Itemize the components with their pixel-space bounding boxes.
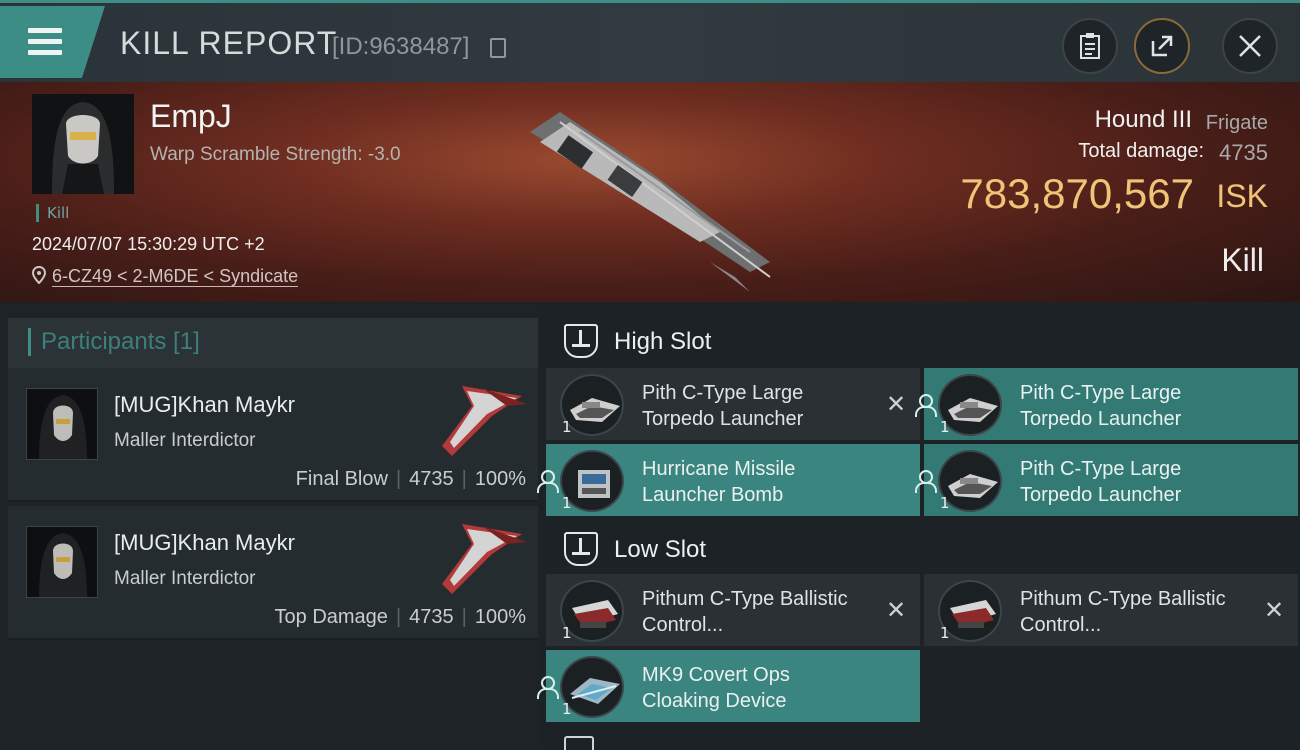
participant-row[interactable]: [MUG]Khan Maykr Maller Interdictor Final… [8, 368, 538, 502]
module-item[interactable]: 1 Pithum C-Type Ballistic Control... ✕ [546, 574, 920, 646]
top-bar: KILL REPORT [ID:9638487] [0, 0, 1300, 82]
low-slot-header: Low Slot [548, 518, 1298, 578]
close-button[interactable] [1222, 18, 1278, 74]
warp-scramble-strength: Warp Scramble Strength: -3.0 [150, 144, 401, 165]
high-slot-header: High Slot [548, 310, 1298, 370]
total-damage-value: 4735 [1219, 140, 1268, 165]
module-item[interactable]: 1 Hurricane Missile Launcher Bomb [537, 444, 920, 516]
location-pin-icon [31, 265, 47, 285]
participant-row[interactable]: [MUG]Khan Maykr Maller Interdictor Top D… [8, 506, 538, 640]
participant-damage: 4735 [409, 606, 454, 628]
low-slot-icon [564, 532, 598, 566]
module-name: Hurricane Missile Launcher Bomb [642, 458, 796, 506]
share-icon [1151, 35, 1173, 57]
module-quantity: 1 [562, 624, 572, 642]
ship-image [530, 112, 771, 292]
victim-portrait[interactable] [32, 94, 134, 194]
person-icon [912, 392, 937, 417]
participant-damage: 4735 [409, 468, 454, 490]
person-icon [912, 468, 937, 493]
result-label: Kill [1221, 242, 1264, 278]
high-slot-label: High Slot [614, 328, 712, 355]
timestamp: 2024/07/07 15:30:29 UTC +2 [32, 234, 265, 254]
participant-role: Final Blow [295, 468, 388, 490]
low-slot-label: Low Slot [614, 536, 707, 563]
participant-stats: Final Blow | 4735 | 100% [295, 468, 526, 490]
module-name: Pith C-Type Large Torpedo Launcher [642, 382, 804, 430]
location-link[interactable]: 6-CZ49 < 2-M6DE < Syndicate [31, 265, 299, 287]
module-item[interactable]: 1 Pith C-Type Large Torpedo Launcher [915, 444, 1298, 516]
victim-banner: EmpJ Warp Scramble Strength: -3.0 Kill 2… [0, 82, 1300, 306]
participant-ship-image [442, 386, 527, 456]
participants-title: Participants [1] [28, 328, 200, 356]
clipboard-icon [1080, 33, 1100, 59]
isk-unit: ISK [1216, 178, 1268, 214]
module-item[interactable]: 1 MK9 Covert Ops Cloaking Device [537, 650, 920, 722]
person-icon [534, 674, 559, 699]
module-name: Pith C-Type Large Torpedo Launcher [1020, 458, 1182, 506]
participant-ship: Maller Interdictor [114, 568, 256, 589]
module-item[interactable]: 1 Pithum C-Type Ballistic Control... ✕ [924, 574, 1298, 646]
module-name: Pith C-Type Large Torpedo Launcher [1020, 382, 1182, 430]
participant-ship: Maller Interdictor [114, 430, 256, 451]
participant-avatar [26, 526, 98, 598]
module-quantity: 1 [562, 418, 572, 436]
participant-ship-image [442, 524, 527, 594]
share-button[interactable] [1134, 18, 1190, 74]
menu-button[interactable] [0, 6, 105, 78]
participants-header: Participants [1] [8, 318, 538, 368]
close-icon [1239, 35, 1261, 57]
person-icon [534, 468, 559, 493]
hamburger-menu-icon [28, 28, 62, 56]
report-id: [ID:9638487] [332, 33, 470, 60]
module-quantity: 1 [940, 494, 950, 512]
module-name: Pithum C-Type Ballistic Control... [642, 588, 848, 636]
next-slot-icon [564, 736, 594, 750]
participant-percent: 100% [474, 606, 526, 628]
x-icon: ✕ [885, 596, 907, 624]
copy-icon[interactable] [490, 38, 506, 58]
ship-name: Hound III [1094, 106, 1192, 133]
participant-avatar [26, 388, 98, 460]
x-icon: ✕ [885, 390, 907, 418]
participant-name: [MUG]Khan Maykr [114, 530, 295, 555]
fitting-panel: High Slot 1 Pith C-Type Large Torpedo La… [537, 306, 1300, 750]
participant-stats: Top Damage | 4735 | 100% [274, 606, 526, 628]
page-title: KILL REPORT [120, 25, 338, 61]
victim-name: EmpJ [150, 98, 232, 134]
module-name: MK9 Covert Ops Cloaking Device [642, 664, 790, 712]
module-item[interactable]: 1 Pith C-Type Large Torpedo Launcher [915, 368, 1298, 440]
high-slot-icon [564, 324, 598, 358]
x-icon: ✕ [1263, 596, 1285, 624]
total-damage-label: Total damage: [1078, 140, 1204, 162]
participant-role: Top Damage [274, 606, 388, 628]
participant-percent: 100% [474, 468, 526, 490]
participants-panel: Participants [1] [MUG]Khan Maykr Maller … [0, 306, 540, 750]
kill-tag: Kill [36, 204, 69, 222]
module-quantity: 1 [940, 418, 950, 436]
location-text: 6-CZ49 < 2-M6DE < Syndicate [52, 266, 299, 287]
module-quantity: 1 [562, 494, 572, 512]
participant-name: [MUG]Khan Maykr [114, 392, 295, 417]
module-quantity: 1 [562, 700, 572, 718]
isk-value: 783,870,567 [960, 170, 1194, 217]
module-item[interactable]: 1 Pith C-Type Large Torpedo Launcher ✕ [546, 368, 920, 440]
module-name: Pithum C-Type Ballistic Control... [1020, 588, 1226, 636]
module-quantity: 1 [940, 624, 950, 642]
clipboard-button[interactable] [1062, 18, 1118, 74]
ship-class: Frigate [1205, 112, 1268, 134]
